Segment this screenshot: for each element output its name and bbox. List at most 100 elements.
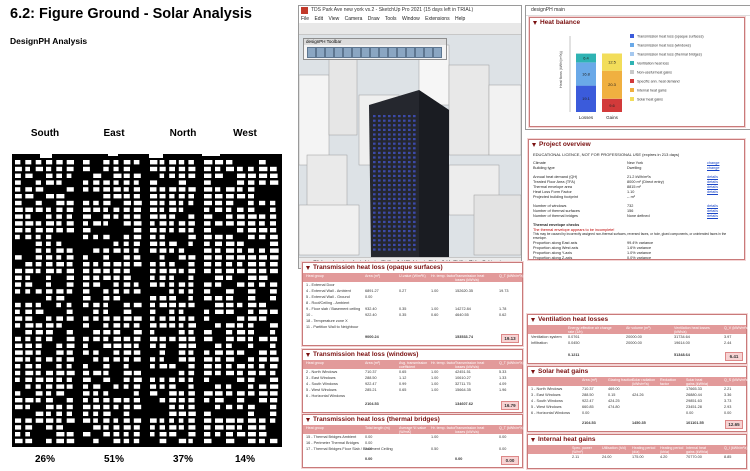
facade-window (169, 166, 175, 172)
facade-window (248, 364, 254, 369)
facade-window (188, 391, 195, 396)
bridge-loss-header[interactable]: Transmission heat loss (thermal bridges) (303, 415, 522, 425)
facade-window (103, 296, 110, 301)
table-cell: 5.33 (499, 370, 507, 374)
sketchup-3d-viewport[interactable] (299, 35, 521, 258)
designph-tool-button[interactable] (352, 47, 361, 58)
menu-help[interactable]: Help (453, 16, 467, 22)
tower-window (383, 133, 386, 136)
column-header: Solar heat gains (kWh/a) (686, 378, 709, 386)
facade-window (46, 221, 54, 226)
facade-window (169, 228, 174, 233)
facade-window (93, 330, 100, 335)
designph-tool-button[interactable] (397, 47, 406, 58)
facade-window (103, 357, 109, 362)
facade-window (259, 275, 268, 280)
table-cell: 1.00 (431, 388, 439, 392)
menu-file[interactable]: File (299, 16, 311, 22)
facade-window (259, 350, 267, 355)
facade-window (159, 255, 165, 260)
totals-row: 0.1211 51348.64 (528, 353, 746, 358)
facade-window (56, 248, 64, 253)
facade-window (25, 160, 32, 165)
facade-window (133, 398, 140, 403)
menu-camera[interactable]: Camera (343, 16, 365, 22)
heat-balance-header[interactable]: Heat balance (530, 18, 744, 28)
table-cell: 20000.00 (626, 341, 642, 345)
facade-window (204, 187, 213, 192)
tower-window (403, 156, 406, 159)
facade-window (259, 398, 267, 403)
facade-window (123, 432, 129, 437)
tower-window (393, 202, 396, 205)
menu-view[interactable]: View (326, 16, 341, 22)
tower-window (403, 248, 406, 251)
designph-tool-button[interactable] (361, 47, 370, 58)
menu-tools[interactable]: Tools (383, 16, 399, 22)
facade-window (123, 418, 130, 423)
tower-window (378, 207, 381, 210)
facade-window (270, 411, 277, 416)
tower-window (378, 170, 381, 173)
designph-tool-button[interactable] (343, 47, 352, 58)
facade-window (66, 357, 74, 362)
project-metric-link[interactable]: details (707, 190, 718, 195)
tower-window (373, 239, 376, 242)
table-cell: 2.44 (724, 341, 732, 345)
designph-tool-button[interactable] (316, 47, 325, 58)
opaque-loss-header[interactable]: Transmission heat loss (opaque surfaces) (303, 263, 522, 273)
facade-window (226, 302, 234, 308)
designph-tool-button[interactable] (433, 47, 442, 58)
tower-window (373, 179, 376, 182)
facade-window (93, 248, 100, 253)
facade-percent-south: 26% (34, 454, 55, 465)
designph-tool-button[interactable] (370, 47, 379, 58)
tower-window (403, 239, 406, 242)
facade-window (159, 296, 167, 301)
facade-window (56, 364, 62, 369)
facade-window (248, 262, 257, 267)
tower-window (373, 138, 376, 141)
project-setting-link[interactable]: change (707, 166, 719, 171)
facade-window (66, 404, 73, 410)
facade-window (35, 364, 41, 369)
tower-window (378, 115, 381, 118)
designph-tool-button[interactable] (379, 47, 388, 58)
designph-tool-button[interactable] (334, 47, 343, 58)
tower-window (378, 211, 381, 214)
menu-draw[interactable]: Draw (366, 16, 382, 22)
facade-window (226, 207, 232, 212)
facade-window (159, 228, 166, 233)
facade-window (259, 425, 266, 430)
facade-window (226, 166, 234, 172)
facade-window (150, 160, 158, 165)
solar-gains-header[interactable]: Solar heat gains (528, 367, 746, 377)
table-cell: 8.85 (724, 455, 732, 459)
table-cell: 4 - External Wall - Ambient (306, 289, 351, 293)
tower-window (403, 225, 406, 228)
tower-window (413, 142, 416, 145)
internal-gains-header[interactable]: Internal heat gains (528, 435, 746, 445)
designph-tool-button[interactable] (325, 47, 334, 58)
facade-window (35, 357, 42, 362)
table-cell: 2.93 (724, 405, 732, 409)
window-loss-header[interactable]: Transmission heat loss (windows) (303, 350, 522, 360)
collapse-triangle-icon (531, 370, 535, 374)
designph-tool-button[interactable] (388, 47, 397, 58)
facade-window (66, 309, 73, 314)
menu-edit[interactable]: Edit (312, 16, 325, 22)
project-overview-header[interactable]: Project overview (529, 140, 744, 150)
project-count-link[interactable]: details (707, 214, 718, 219)
tower-window (398, 174, 401, 177)
facade-window (93, 418, 98, 423)
tower-window (398, 161, 401, 164)
menu-window[interactable]: Window (400, 16, 422, 22)
ventilation-header[interactable]: Ventilation heat losses (528, 315, 746, 325)
designph-tool-button[interactable] (424, 47, 433, 58)
menu-extensions[interactable]: Extensions (423, 16, 451, 22)
designph-tool-button[interactable] (406, 47, 415, 58)
facade-window (83, 391, 90, 396)
designph-tool-button[interactable] (415, 47, 424, 58)
facade-window (113, 180, 119, 185)
designph-tool-button[interactable] (307, 47, 316, 58)
